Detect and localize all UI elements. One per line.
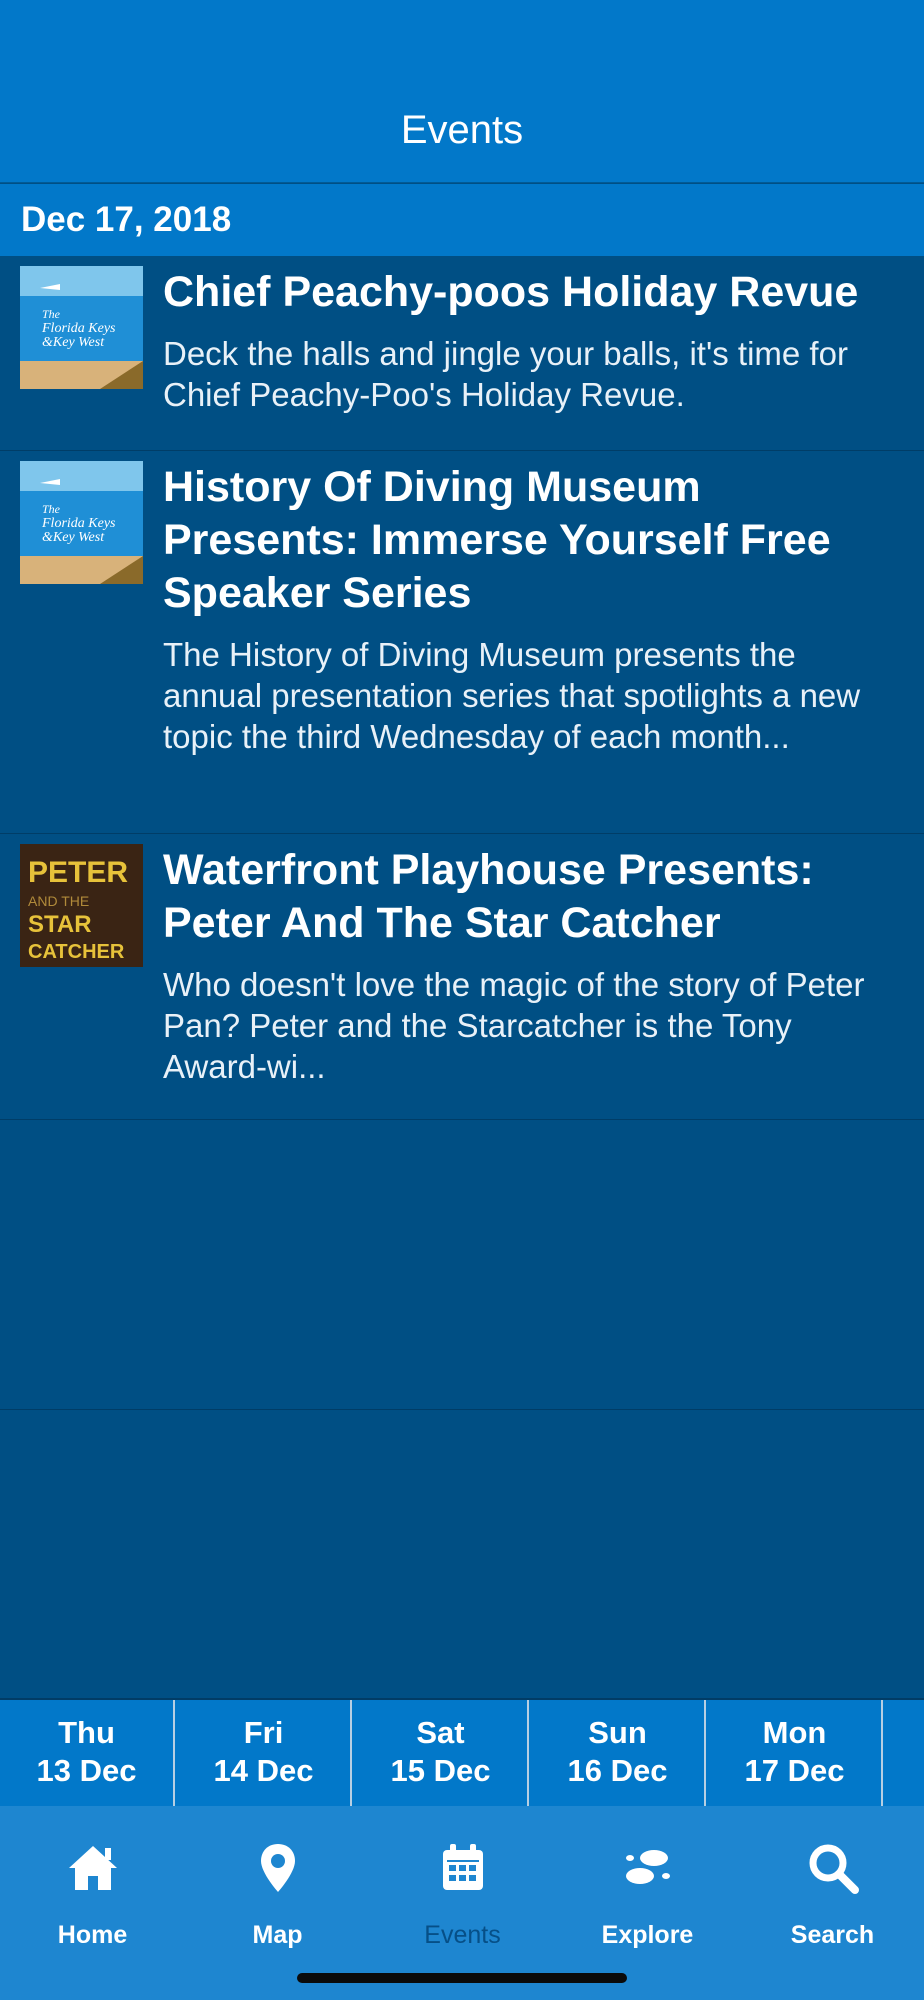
tab-search[interactable]: Search — [740, 1806, 924, 1966]
tab-map[interactable]: Map — [185, 1806, 370, 1966]
event-row[interactable]: The Florida Keys &Key West Chief Peachy-… — [0, 256, 924, 451]
event-title: Chief Peachy-poos Holiday Revue — [163, 268, 859, 316]
peter-star-catcher-poster-image: PETER AND THE STAR CATCHER — [20, 844, 143, 967]
event-title: History Of Diving Museum Presents: Immer… — [163, 463, 831, 617]
day-weekday: Sun — [588, 1715, 647, 1750]
event-thumbnail: PETER AND THE STAR CATCHER — [20, 844, 143, 967]
svg-text:PETER: PETER — [28, 856, 128, 889]
event-description: Deck the halls and jingle your balls, it… — [163, 335, 848, 413]
footprints-icon — [555, 1840, 740, 1896]
svg-text:&Key West: &Key West — [42, 530, 105, 545]
day-date: 17 Dec — [744, 1753, 845, 1788]
tab-explore[interactable]: Explore — [555, 1806, 740, 1966]
event-row[interactable]: The Florida Keys &Key West History Of Di… — [0, 451, 924, 834]
page-title: Events — [400, 108, 524, 152]
tab-label: Map — [252, 1921, 303, 1949]
day-item-sat-15[interactable]: Sat 15 Dec — [354, 1700, 529, 1806]
svg-text:Florida Keys: Florida Keys — [41, 516, 116, 531]
tab-events[interactable]: Events — [370, 1806, 555, 1966]
day-weekday: Thu — [58, 1715, 115, 1750]
tab-label: Explore — [601, 1921, 694, 1949]
event-row[interactable]: PETER AND THE STAR CATCHER Waterfront Pl… — [0, 834, 924, 1120]
svg-text:CATCHER: CATCHER — [28, 941, 125, 963]
svg-text:The: The — [42, 502, 61, 516]
svg-text:Florida Keys: Florida Keys — [41, 321, 116, 336]
navigation-header: Events — [0, 0, 924, 183]
svg-text:The: The — [42, 307, 61, 321]
event-description: Who doesn't love the magic of the story … — [163, 966, 865, 1085]
date-section-header: Dec 17, 2018 — [0, 184, 924, 256]
event-thumbnail: The Florida Keys &Key West — [20, 266, 143, 389]
day-item-thu-13[interactable]: Thu 13 Dec — [0, 1700, 175, 1806]
day-weekday: Fri — [243, 1715, 284, 1750]
search-icon — [740, 1840, 924, 1896]
map-pin-icon — [185, 1840, 370, 1896]
day-date: 16 Dec — [567, 1753, 668, 1788]
day-weekday: Mon — [762, 1715, 827, 1750]
day-item-fri-14[interactable]: Fri 14 Dec — [177, 1700, 352, 1806]
event-title: Waterfront Playhouse Presents: Peter And… — [163, 846, 814, 947]
day-item-next[interactable] — [885, 1700, 924, 1806]
day-item-mon-17[interactable]: Mon 17 Dec — [708, 1700, 883, 1806]
day-date: 14 Dec — [213, 1753, 314, 1788]
tab-bar: Home Map Events Explore Search — [0, 1806, 924, 2000]
calendar-icon — [370, 1840, 555, 1896]
day-selector[interactable]: Thu 13 Dec Fri 14 Dec Sat 15 Dec Sun 16 … — [0, 1698, 924, 1806]
svg-text:&Key West: &Key West — [42, 335, 105, 350]
tab-home[interactable]: Home — [0, 1806, 185, 1966]
tab-label: Search — [790, 1921, 875, 1949]
list-divider — [0, 1409, 924, 1410]
florida-keys-thumbnail-image: The Florida Keys &Key West — [20, 266, 143, 389]
home-indicator — [297, 1973, 627, 1983]
svg-text:AND THE: AND THE — [28, 893, 89, 909]
event-thumbnail: The Florida Keys &Key West — [20, 461, 143, 584]
florida-keys-thumbnail-image: The Florida Keys &Key West — [20, 461, 143, 584]
day-weekday: Sat — [416, 1715, 465, 1750]
day-item-sun-16[interactable]: Sun 16 Dec — [531, 1700, 706, 1806]
tab-label: Home — [57, 1921, 128, 1949]
event-description: The History of Diving Museum presents th… — [163, 636, 861, 755]
home-icon — [0, 1840, 185, 1896]
svg-text:STAR: STAR — [28, 911, 92, 938]
day-date: 15 Dec — [390, 1753, 491, 1788]
day-date: 13 Dec — [36, 1753, 137, 1788]
tab-label: Events — [424, 1921, 501, 1949]
